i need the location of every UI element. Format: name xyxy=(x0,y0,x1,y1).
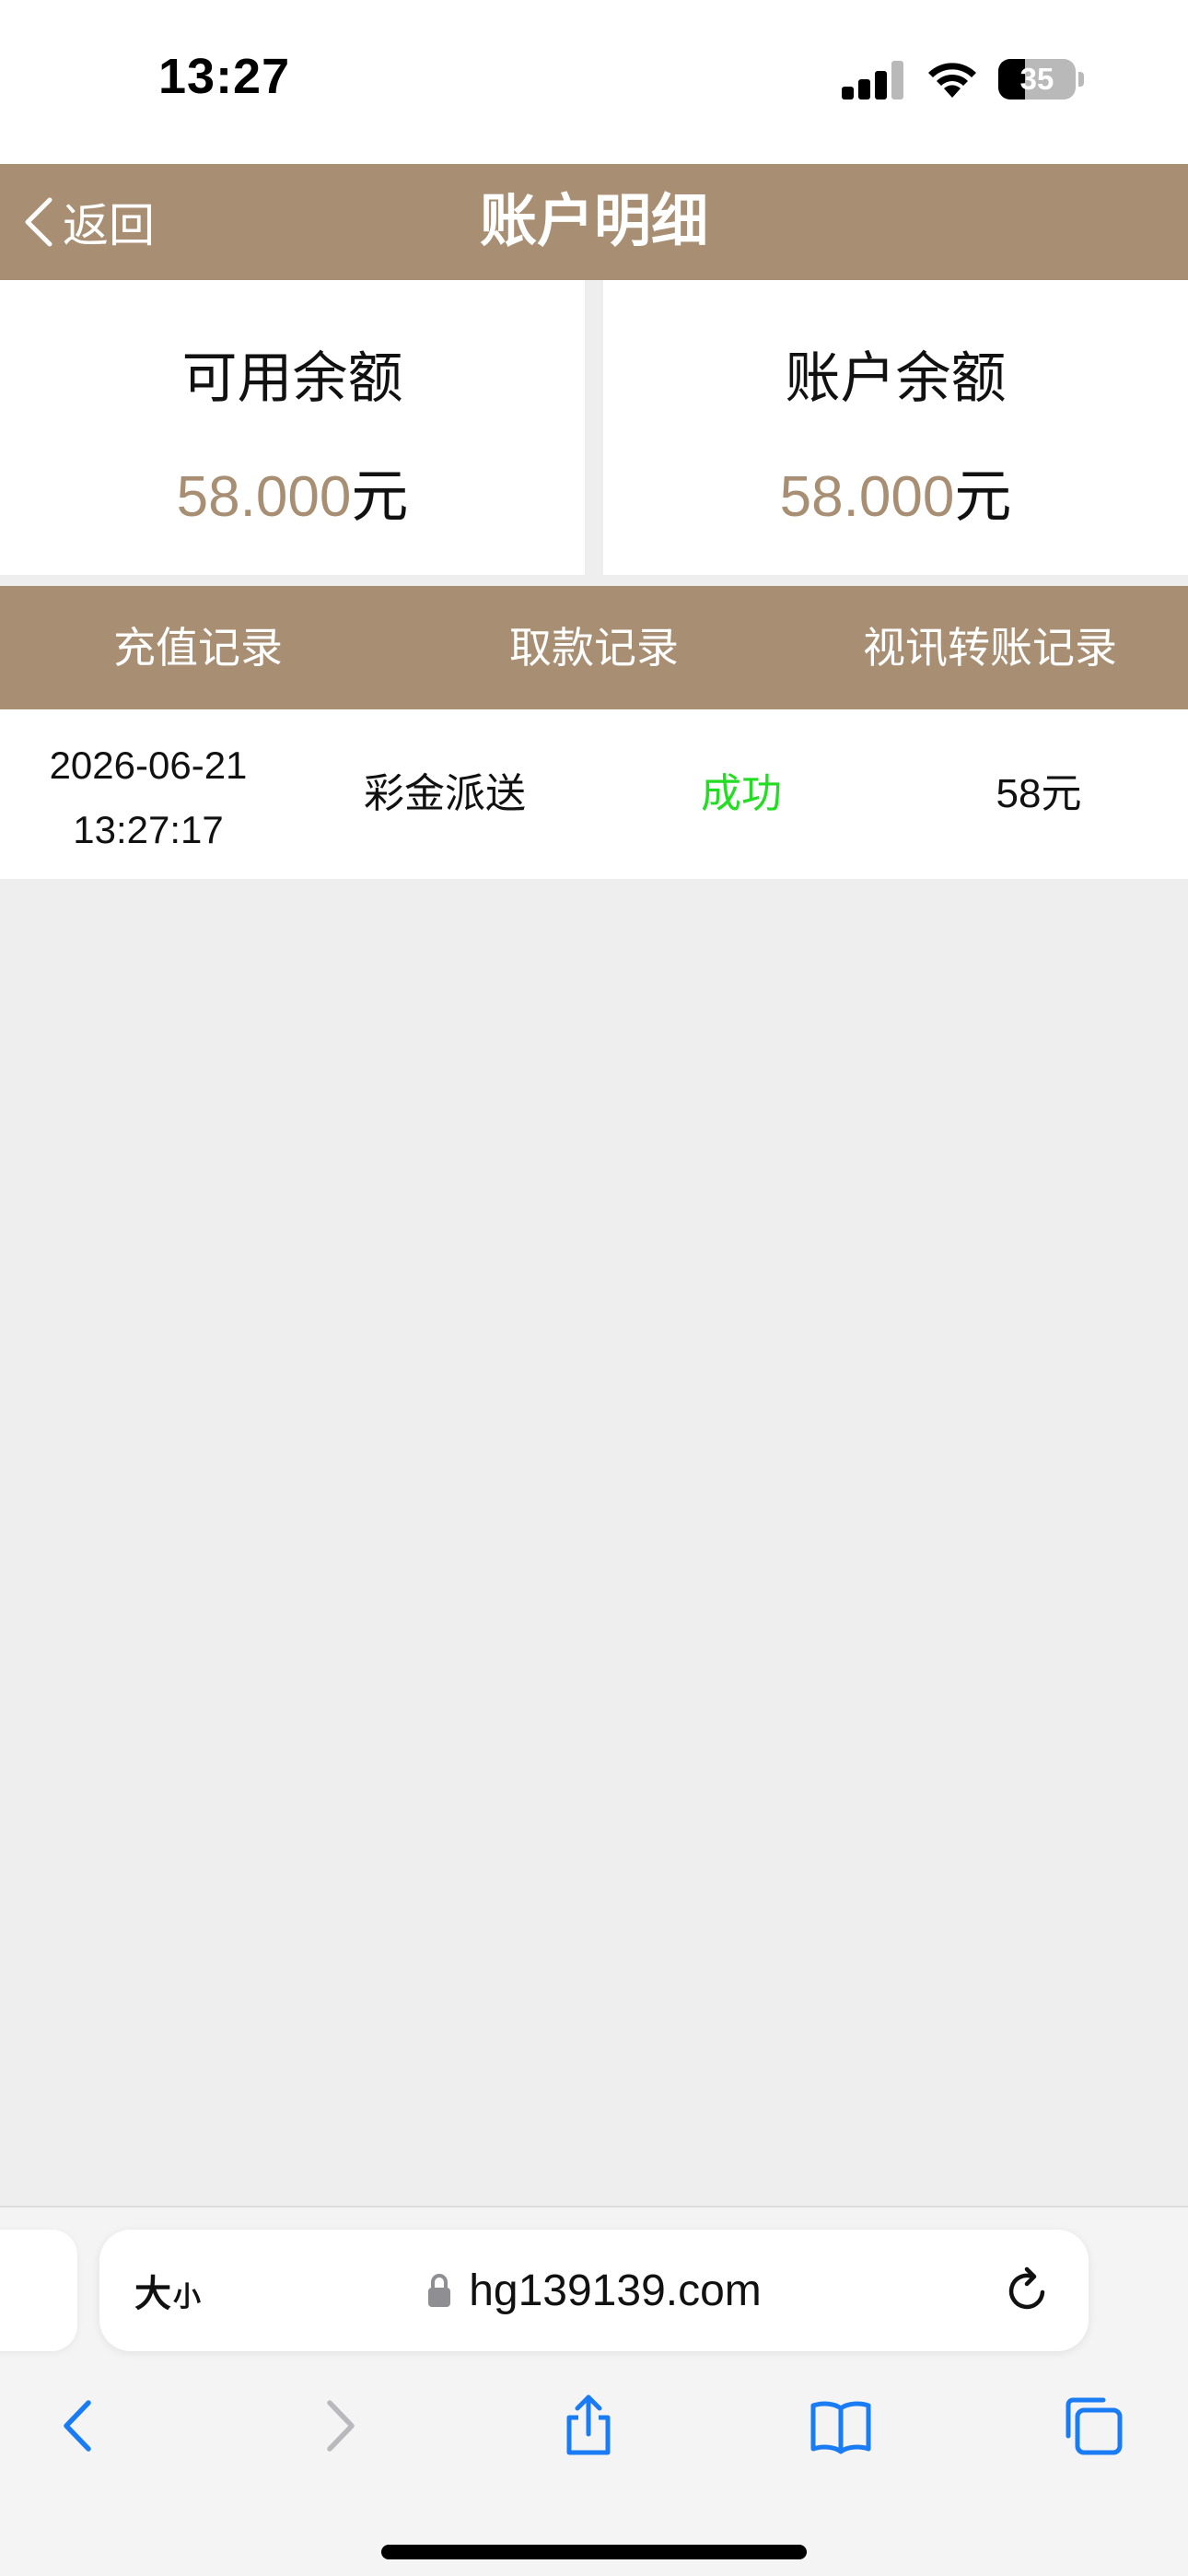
account-balance-unit: 元 xyxy=(954,465,1012,529)
url-display[interactable]: hg139139.com xyxy=(99,2230,1089,2351)
balance-section: 可用余额 58.000元 账户余额 58.000元 xyxy=(0,280,1188,575)
cellular-signal-icon xyxy=(842,61,904,100)
record-datetime: 2026-06-21 13:27:17 xyxy=(0,733,297,862)
status-time: 13:27 xyxy=(158,49,291,104)
share-icon[interactable] xyxy=(556,2394,621,2458)
tab-withdrawal-records[interactable]: 取款记录 xyxy=(396,586,792,709)
chevron-left-icon[interactable] xyxy=(48,2394,112,2458)
record-amount: 58元 xyxy=(996,771,1082,816)
chevron-left-icon xyxy=(25,197,52,247)
available-balance-card: 可用余额 58.000元 xyxy=(0,280,585,575)
record-status: 成功 xyxy=(701,771,782,816)
available-balance-value: 58.000元 xyxy=(0,450,585,533)
battery-level: 35 xyxy=(1019,62,1054,96)
previous-tab-preview[interactable] xyxy=(0,2230,77,2351)
address-bar[interactable]: 大小 hg139139.com xyxy=(99,2230,1089,2351)
reload-icon[interactable] xyxy=(1002,2265,1054,2316)
available-balance-label: 可用余额 xyxy=(181,347,403,409)
url-text: hg139139.com xyxy=(469,2266,762,2315)
account-balance-value: 58.000元 xyxy=(603,450,1188,533)
back-button[interactable]: 返回 xyxy=(20,186,155,258)
page-title: 账户明细 xyxy=(479,190,708,253)
table-row: 2026-06-21 13:27:17 彩金派送 成功 58元 xyxy=(0,709,1188,879)
status-bar: 13:27 35 xyxy=(0,0,1188,164)
screen: 13:27 35 返回 账户明细 可用余额 58.000元 账户余额 58.00… xyxy=(0,0,1188,2576)
available-balance-amount: 58.000 xyxy=(176,465,352,529)
tab-deposit-records[interactable]: 充值记录 xyxy=(0,586,396,709)
record-date: 2026-06-21 xyxy=(49,744,248,787)
record-type: 彩金派送 xyxy=(364,771,526,816)
battery-icon: 35 xyxy=(998,59,1084,100)
tab-video-transfer-records[interactable]: 视讯转账记录 xyxy=(792,586,1188,709)
book-icon[interactable] xyxy=(809,2394,873,2458)
tabs-icon[interactable] xyxy=(1061,2394,1125,2458)
browser-toolbar: 大小 hg139139.com xyxy=(0,2207,1188,2576)
home-indicator xyxy=(381,2545,807,2559)
wifi-icon xyxy=(928,63,976,98)
lock-icon xyxy=(428,2274,451,2307)
page-header: 返回 账户明细 xyxy=(0,164,1188,280)
account-balance-card: 账户余额 58.000元 xyxy=(603,280,1188,575)
chevron-right-icon[interactable] xyxy=(306,2394,370,2458)
account-balance-amount: 58.000 xyxy=(779,465,955,529)
account-balance-label: 账户余额 xyxy=(785,347,1007,409)
browser-nav-row xyxy=(0,2377,1188,2469)
back-label: 返回 xyxy=(63,200,155,252)
available-balance-unit: 元 xyxy=(351,465,409,529)
record-tabs: 充值记录 取款记录 视讯转账记录 xyxy=(0,586,1188,709)
record-time: 13:27:17 xyxy=(73,808,224,851)
